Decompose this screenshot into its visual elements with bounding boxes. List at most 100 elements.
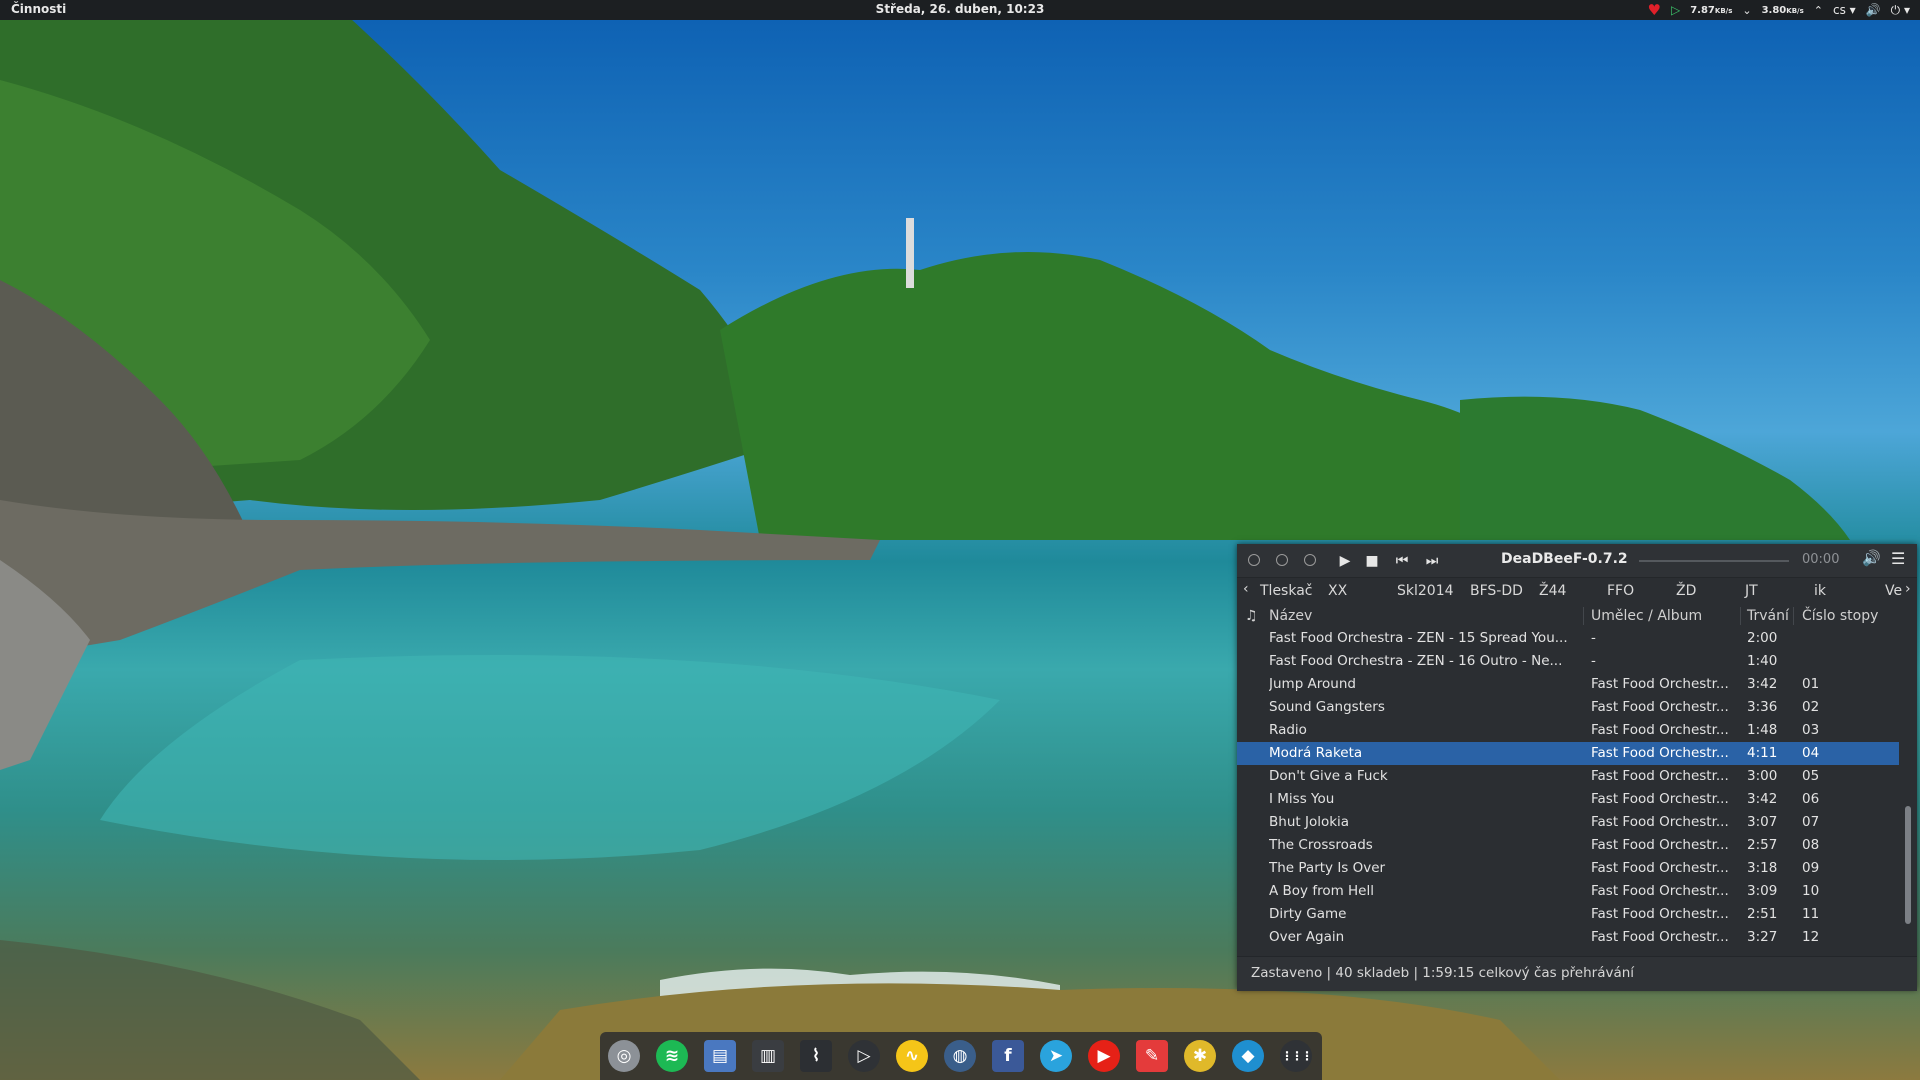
track-duration: 3:07 [1747,814,1778,830]
track-number: 11 [1802,906,1820,922]
column-divider[interactable] [1793,607,1794,625]
playlist-row[interactable]: Bhut Jolokia Fast Food Orchestr... 3:07 07 [1237,811,1899,834]
track-artist: Fast Food Orchestr... [1591,814,1729,830]
column-duration[interactable]: Trvání [1747,608,1789,624]
track-artist: Fast Food Orchestr... [1591,768,1729,784]
seek-bar[interactable] [1639,560,1789,562]
tab-xx[interactable]: XX [1328,583,1347,599]
track-number: 08 [1802,837,1820,853]
facebook-icon[interactable]: f [992,1040,1024,1072]
tab-jt[interactable]: JT [1745,583,1758,599]
chrome-icon[interactable]: ◎ [608,1040,640,1072]
tab-skl2014[interactable]: Skl2014 [1397,583,1454,599]
playlist-row[interactable]: Dirty Game Fast Food Orchestr... 2:51 11 [1237,903,1899,926]
track-number: 09 [1802,860,1820,876]
track-title: Jump Around [1269,676,1356,692]
playlist-row[interactable]: Modrá Raketa Fast Food Orchestr... 4:11 04 [1237,742,1899,765]
playlist-row[interactable]: Over Again Fast Food Orchestr... 3:27 12 [1237,926,1899,949]
status-text: Zastaveno | 40 skladeb | 1:59:15 celkový… [1251,965,1635,981]
file-manager-icon[interactable]: ▥ [752,1040,784,1072]
track-title: I Miss You [1269,791,1335,807]
track-artist: Fast Food Orchestr... [1591,906,1729,922]
track-duration: 1:40 [1747,653,1778,669]
tab-ik[interactable]: ik [1814,583,1826,599]
play-icon[interactable]: ▶ [1334,550,1356,572]
tabs-scroll-right-icon[interactable]: › [1905,581,1911,597]
playlist-row[interactable]: Jump Around Fast Food Orchestr... 3:42 01 [1237,673,1899,696]
volume-icon[interactable]: 🔊 [1866,3,1881,17]
menu-icon[interactable]: ☰ [1891,549,1905,568]
tab-z44[interactable]: Ž44 [1539,583,1566,599]
playlist-row[interactable]: Fast Food Orchestra - ZEN - 16 Outro - N… [1237,650,1899,673]
track-title: Fast Food Orchestra - ZEN - 15 Spread Yo… [1269,630,1568,646]
monitor-icon[interactable]: ◍ [944,1040,976,1072]
tabs-scroll-left-icon[interactable]: ‹ [1243,581,1249,597]
track-title: A Boy from Hell [1269,883,1374,899]
next-icon[interactable]: ⏭ [1421,550,1443,572]
clock[interactable]: Středa, 26. duben, 10:23 [0,2,1920,16]
close-window-button[interactable] [1248,554,1260,566]
column-artist[interactable]: Umělec / Album [1591,608,1702,624]
tab-bfs-dd[interactable]: BFS-DD [1470,583,1523,599]
tab-tleskac[interactable]: Tleskač [1260,583,1313,599]
column-divider[interactable] [1740,607,1741,625]
column-track[interactable]: Číslo stopy [1802,608,1878,624]
track-title: Sound Gangsters [1269,699,1385,715]
bug-icon[interactable]: ✱ [1184,1040,1216,1072]
playlist-row[interactable]: Radio Fast Food Orchestr... 1:48 03 [1237,719,1899,742]
files-icon[interactable]: ▤ [704,1040,736,1072]
power-icon[interactable]: ⏻ ▾ [1891,3,1910,18]
playlist-row[interactable]: A Boy from Hell Fast Food Orchestr... 3:09… [1237,880,1899,903]
previous-icon[interactable]: ⏮ [1391,550,1413,572]
playlist-scrollbar[interactable] [1905,806,1911,924]
play-indicator-icon[interactable]: ▷ [1671,3,1680,17]
track-artist: Fast Food Orchestr... [1591,722,1729,738]
playlist: Fast Food Orchestra - ZEN - 15 Spread Yo… [1237,627,1899,949]
minimize-window-button[interactable] [1276,554,1288,566]
track-title: The Crossroads [1269,837,1373,853]
tab-zd[interactable]: ŽD [1676,583,1696,599]
track-number: 06 [1802,791,1820,807]
keyboard-layout-label: cs [1832,3,1846,17]
playlist-row[interactable]: The Crossroads Fast Food Orchestr... 2:57 0… [1237,834,1899,857]
track-title: Over Again [1269,929,1345,945]
playlist-row[interactable]: I Miss You Fast Food Orchestr... 3:42 06 [1237,788,1899,811]
activities-button[interactable]: Činnosti [11,2,66,16]
kodi-icon[interactable]: ◆ [1232,1040,1264,1072]
heart-icon[interactable]: ♥ [1648,1,1661,19]
playlist-row[interactable]: Sound Gangsters Fast Food Orchestr... 3:36… [1237,696,1899,719]
pulse-icon[interactable]: ∿ [896,1040,928,1072]
track-number: 01 [1802,676,1820,692]
track-duration: 2:57 [1747,837,1778,853]
track-duration: 3:09 [1747,883,1778,899]
apps-grid-icon[interactable]: ⋮⋮⋮ [1280,1040,1313,1072]
track-number: 12 [1802,929,1820,945]
system-monitor-icon[interactable]: ⌇ [800,1040,832,1072]
track-number: 10 [1802,883,1820,899]
keyboard-layout[interactable]: cs ▾ [1833,3,1856,17]
track-title: Radio [1269,722,1307,738]
playlist-row[interactable]: Don't Give a Fuck Fast Food Orchestr... 3:… [1237,765,1899,788]
tab-ffo[interactable]: FFO [1607,583,1634,599]
column-divider[interactable] [1583,607,1584,625]
youtube-icon[interactable]: ▶ [1088,1040,1120,1072]
system-tray: ♥ ▷ 7.87KB/s ⌄ 3.80KB/s ⌃ cs ▾ 🔊 ⏻ ▾ [1648,0,1910,20]
terminal-play-icon[interactable]: ▷ [848,1040,880,1072]
track-duration: 3:36 [1747,699,1778,715]
telegram-icon[interactable]: ➤ [1040,1040,1072,1072]
playlist-row[interactable]: The Party Is Over Fast Food Orchestr... 3:… [1237,857,1899,880]
track-artist: - [1591,630,1596,646]
volume-icon[interactable]: 🔊 [1862,549,1881,567]
maximize-window-button[interactable] [1304,554,1316,566]
track-duration: 3:27 [1747,929,1778,945]
pin-icon[interactable]: ✎ [1136,1040,1168,1072]
column-title[interactable]: Název [1269,608,1312,624]
track-number: 07 [1802,814,1820,830]
playlist-row[interactable]: Fast Food Orchestra - ZEN - 15 Spread Yo… [1237,627,1899,650]
track-duration: 3:00 [1747,768,1778,784]
tab-ve[interactable]: Ve [1885,583,1902,599]
net-up-unit: KB/s [1786,6,1804,15]
stop-icon[interactable]: ■ [1361,550,1383,572]
spotify-icon[interactable]: ≋ [656,1040,688,1072]
window-header: ▶ ■ ⏮ ⏭ DeaDBeeF-0.7.2 00:00 🔊 ☰ [1237,544,1917,577]
